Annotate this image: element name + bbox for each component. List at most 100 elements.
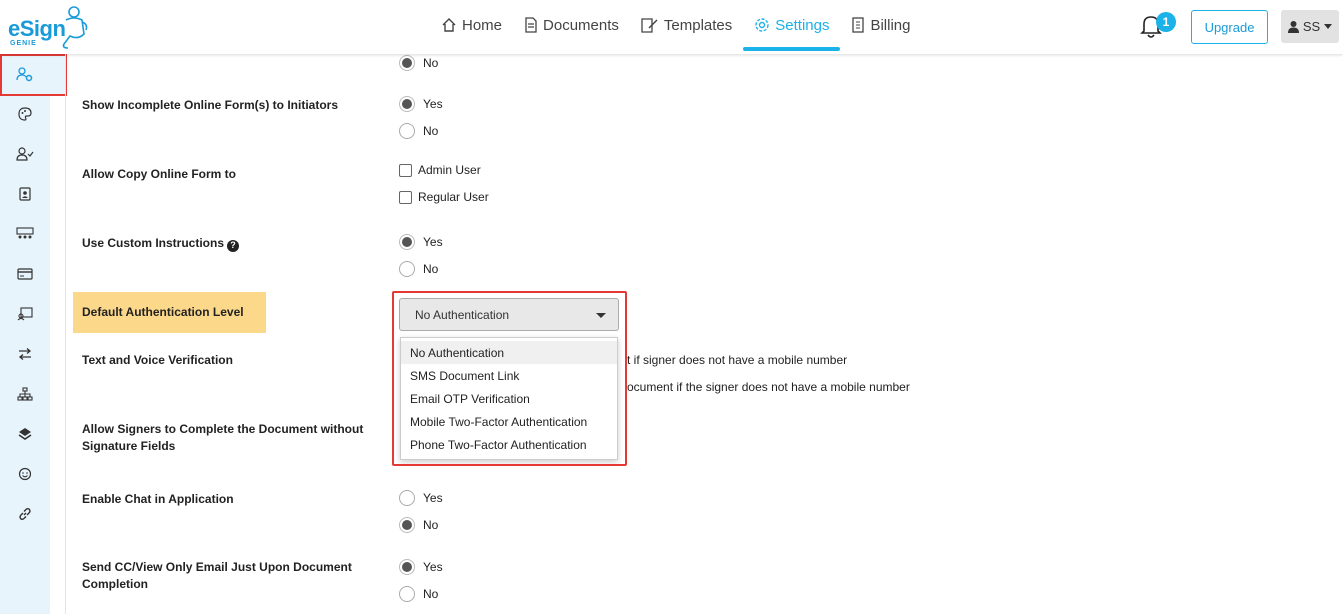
allow-copy-regular[interactable]: Regular User <box>399 190 489 204</box>
nav-templates[interactable]: Templates <box>630 0 743 50</box>
option-label: No <box>423 587 439 601</box>
radio-button[interactable] <box>399 96 415 112</box>
sidebar-item-user-settings[interactable] <box>0 54 67 96</box>
radio-button[interactable] <box>399 517 415 533</box>
auth-level-select[interactable]: No Authentication <box>399 298 619 331</box>
dropdown-option[interactable]: Email OTP Verification <box>401 387 617 410</box>
sidebar-item-branding[interactable] <box>0 94 50 134</box>
text-voice-label: Text and Voice Verification <box>82 353 233 367</box>
checkbox[interactable] <box>399 163 412 177</box>
dropdown-option[interactable]: Phone Two-Factor Authentication <box>401 433 617 456</box>
team-icon <box>16 227 34 239</box>
prev-setting-no-option[interactable]: No <box>399 55 438 71</box>
template-icon <box>641 17 659 33</box>
nav-billing-label: Billing <box>870 16 911 34</box>
custom-instructions-yes[interactable]: Yes <box>399 234 443 250</box>
question-circle-icon[interactable]: ? <box>227 239 240 252</box>
settings-content: No Show Incomplete Online Form(s) to Ini… <box>65 54 1343 614</box>
sidebar-item-payments[interactable] <box>0 254 50 294</box>
nav-settings[interactable]: Settings <box>743 0 841 51</box>
option-label: Yes <box>423 97 443 111</box>
checkbox[interactable] <box>399 190 412 204</box>
send-cc-label: Send CC/View Only Email Just Upon Docume… <box>82 559 352 593</box>
layers-icon <box>18 428 32 440</box>
sidebar-item-users[interactable] <box>0 134 50 174</box>
option-label: No <box>423 262 439 276</box>
option-label: Yes <box>423 491 443 505</box>
settings-sidebar <box>0 54 67 614</box>
show-incomplete-label: Show Incomplete Online Form(s) to Initia… <box>82 98 339 112</box>
option-label: No <box>423 518 439 532</box>
enable-chat-label: Enable Chat in Application <box>82 492 234 506</box>
link-icon <box>19 507 31 521</box>
palette-icon <box>18 107 32 121</box>
auth-level-dropdown: No Authentication SMS Document Link Emai… <box>400 337 618 460</box>
option-label: Admin User <box>418 163 481 177</box>
send-cc-label-line1: Send CC/View Only Email Just Upon Docume… <box>82 560 352 574</box>
sidebar-item-links[interactable] <box>0 494 50 534</box>
nav-billing[interactable]: Billing <box>840 0 921 50</box>
dropdown-option[interactable]: Mobile Two-Factor Authentication <box>401 410 617 433</box>
user-initials: SS <box>1302 19 1321 34</box>
radio-button[interactable] <box>399 490 415 506</box>
nav-documents[interactable]: Documents <box>513 0 630 50</box>
transfer-icon <box>18 348 32 360</box>
dropdown-option[interactable]: No Authentication <box>401 341 617 364</box>
user-menu-button[interactable]: SS <box>1281 10 1339 43</box>
nav-documents-label: Documents <box>543 16 619 34</box>
option-label: Yes <box>423 560 443 574</box>
show-incomplete-no[interactable]: No <box>399 123 438 139</box>
default-auth-level-text: Default Authentication Level <box>82 305 244 319</box>
dropdown-option[interactable]: SMS Document Link <box>401 364 617 387</box>
custom-instructions-label: Use Custom Instructions <box>82 236 225 250</box>
allow-signers-label-line2: Signature Fields <box>82 439 176 453</box>
user-check-icon <box>16 147 34 161</box>
radio-button[interactable] <box>399 559 415 575</box>
sidebar-item-feedback[interactable] <box>0 454 50 494</box>
nav-home[interactable]: Home <box>430 0 513 50</box>
logo-text: eSign <box>8 16 66 41</box>
sidebar-item-transfer[interactable] <box>0 334 50 374</box>
radio-button[interactable] <box>399 261 415 277</box>
sidebar-item-signing[interactable] <box>0 294 50 334</box>
option-label: No <box>423 124 439 138</box>
contact-card-icon <box>19 187 31 201</box>
enable-chat-no[interactable]: No <box>399 517 438 533</box>
card-icon <box>17 268 33 280</box>
send-cc-no[interactable]: No <box>399 586 438 602</box>
logo-subtext: GENIE <box>10 40 37 47</box>
enable-chat-yes[interactable]: Yes <box>399 490 443 506</box>
sidebar-item-teams[interactable] <box>0 214 50 254</box>
genie-mascot-icon <box>62 6 88 49</box>
user-settings-icon <box>16 66 34 85</box>
esign-genie-logo[interactable]: eSign GENIE <box>8 4 90 50</box>
option-label: Yes <box>423 235 443 249</box>
allow-signers-label: Allow Signers to Complete the Document w… <box>82 421 363 455</box>
sidebar-item-layers[interactable] <box>0 414 50 454</box>
radio-button[interactable] <box>399 234 415 250</box>
text-voice-option-1: t if signer does not have a mobile numbe… <box>627 353 848 367</box>
allow-signers-label-line1: Allow Signers to Complete the Document w… <box>82 422 364 436</box>
auth-level-selected: No Authentication <box>415 307 510 322</box>
sidebar-item-integrations[interactable] <box>0 374 50 414</box>
caret-down-icon <box>596 313 606 318</box>
allow-copy-label: Allow Copy Online Form to <box>82 167 236 181</box>
chevron-down-icon <box>1324 24 1333 29</box>
send-cc-yes[interactable]: Yes <box>399 559 443 575</box>
show-incomplete-yes[interactable]: Yes <box>399 96 443 112</box>
nav-home-label: Home <box>462 16 503 34</box>
gear-icon <box>754 17 770 33</box>
custom-instructions-label-row: Use Custom Instructions? <box>82 235 240 252</box>
radio-button[interactable] <box>399 123 415 139</box>
allow-copy-admin[interactable]: Admin User <box>399 163 481 177</box>
nav-settings-label: Settings <box>775 16 830 34</box>
default-auth-level-label: Default Authentication Level <box>73 292 266 333</box>
send-cc-label-line2: Completion <box>82 577 148 591</box>
custom-instructions-no[interactable]: No <box>399 261 438 277</box>
sidebar-item-contacts[interactable] <box>0 174 50 214</box>
network-icon <box>17 387 33 401</box>
radio-button[interactable] <box>399 55 415 71</box>
upgrade-button[interactable]: Upgrade <box>1191 10 1268 44</box>
radio-button[interactable] <box>399 586 415 602</box>
billing-icon <box>851 17 865 33</box>
